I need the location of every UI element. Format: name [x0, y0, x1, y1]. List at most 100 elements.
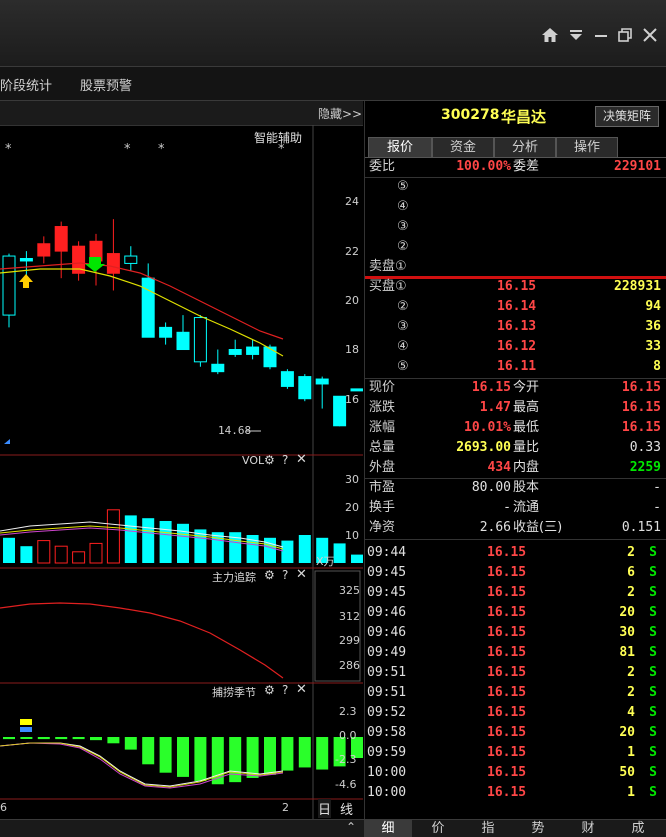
settings-gear-icon[interactable]: ⚙: [264, 568, 275, 582]
volume-bar: [211, 532, 224, 563]
price-axis-label: 16: [345, 393, 359, 406]
tick-side: S: [649, 725, 657, 740]
menu-item-stock-alert[interactable]: 股票预警: [80, 75, 132, 94]
bottom-tab-finance[interactable]: 财: [564, 820, 612, 837]
tab-quote[interactable]: 报价: [368, 137, 432, 157]
tick-time: 09:45: [367, 565, 407, 580]
tick-price: 16.15: [487, 785, 527, 800]
quote-row-pct: 涨幅 10.01% 最低 16.15: [369, 420, 661, 435]
tick-row: 09:51 16.15 2 S: [365, 683, 666, 703]
tick-side: S: [649, 605, 657, 620]
marker-star: *: [124, 142, 131, 157]
date-axis-right: 2: [282, 801, 289, 814]
help-icon[interactable]: ?: [282, 453, 288, 467]
tick-side: S: [649, 545, 657, 560]
main-force-line: [0, 602, 284, 679]
tick-volume: 81: [619, 645, 635, 660]
sell-level-1: 卖盘①: [369, 259, 407, 274]
period-line-button[interactable]: 线: [340, 799, 353, 818]
close-icon[interactable]: ✕: [296, 682, 307, 697]
tick-time: 10:00: [367, 785, 407, 800]
tick-side: S: [649, 585, 657, 600]
menu-bar: 阶段统计 股票预警: [0, 67, 666, 101]
marker-star: *: [5, 142, 12, 157]
help-icon[interactable]: ?: [282, 568, 288, 582]
tick-side: S: [649, 685, 657, 700]
candle-body: [246, 346, 260, 355]
collapse-up-icon[interactable]: ⌃: [346, 820, 356, 834]
candle-body: [211, 363, 225, 373]
candle-body: [141, 277, 155, 338]
close-icon[interactable]: ✕: [296, 567, 307, 582]
tick-price: 16.15: [487, 765, 527, 780]
tick-side: S: [649, 745, 657, 760]
tick-side: S: [649, 625, 657, 640]
marker-star: *: [158, 142, 165, 157]
season-bar: [229, 737, 242, 783]
stock-name: 华昌达: [501, 108, 547, 126]
bottom-tab-index[interactable]: 指: [464, 820, 512, 837]
candle-body: [19, 258, 33, 262]
kline-chart[interactable]: * * * *: [0, 101, 363, 819]
quote-panel: 300278 华昌达 决策矩阵 报价 资金 分析 操作 委比 100.00% 委…: [364, 101, 666, 819]
restore-icon[interactable]: [614, 26, 636, 48]
season-bar: [194, 737, 207, 782]
buy-level-5: ⑤ 16.11 8: [397, 359, 661, 374]
dropdown-icon[interactable]: [565, 26, 587, 48]
buy-level-4: ④ 16.12 33: [397, 339, 661, 354]
tick-row: 09:45 16.15 6 S: [365, 563, 666, 583]
tick-price: 16.15: [487, 725, 527, 740]
tick-volume: 2: [627, 665, 635, 680]
settings-gear-icon[interactable]: ⚙: [264, 683, 275, 697]
season-bar: [37, 737, 50, 740]
quote-row-volume: 总量 2693.00 量比 0.33: [369, 440, 661, 455]
tick-row: 09:46 16.15 30 S: [365, 623, 666, 643]
sell-level-3: ③: [397, 219, 409, 234]
volume-bar: [159, 521, 172, 563]
tick-price: 16.15: [487, 745, 527, 760]
fund-row-turnover: 换手 - 流通 -: [369, 500, 661, 515]
bottom-tab-trend[interactable]: 势: [514, 820, 562, 837]
fund-row-pe: 市盈 80.00 股本 -: [369, 480, 661, 495]
candle-body: [350, 388, 363, 392]
close-icon[interactable]: [639, 26, 661, 48]
season-axis-label: 0.0: [339, 729, 357, 742]
season-bar: [142, 737, 155, 765]
tick-row: 09:52 16.15 4 S: [365, 703, 666, 723]
tick-price: 16.15: [487, 625, 527, 640]
marker-star: *: [278, 142, 285, 157]
volume-bar: [281, 540, 294, 563]
tick-row: 09:59 16.15 1 S: [365, 743, 666, 763]
bottom-tab-price[interactable]: 价: [414, 820, 462, 837]
date-axis-left: 6: [0, 801, 7, 814]
season-bar: [124, 737, 137, 750]
candle-body: [298, 376, 312, 400]
tick-price: 16.15: [487, 665, 527, 680]
candle-body: [333, 395, 347, 427]
candle-body: [124, 255, 138, 264]
bottom-tab-deal[interactable]: 成: [614, 820, 662, 837]
chart-area[interactable]: 隐藏>> 智能辅助 * * * * 24 22 20 18 16 14.68 V…: [0, 101, 363, 819]
tick-volume: 2: [627, 545, 635, 560]
tick-time: 09:51: [367, 665, 407, 680]
season-bar: [107, 737, 120, 744]
tab-analysis[interactable]: 分析: [494, 137, 556, 157]
tick-row: 09:45 16.15 2 S: [365, 583, 666, 603]
season-bar: [159, 737, 172, 773]
period-day-button[interactable]: 日: [318, 799, 332, 818]
tick-price: 16.15: [487, 645, 527, 660]
tick-time: 09:49: [367, 645, 407, 660]
volume-bar: [177, 523, 189, 563]
settings-gear-icon[interactable]: ⚙: [264, 453, 275, 467]
tab-operation[interactable]: 操作: [556, 137, 618, 157]
help-icon[interactable]: ?: [282, 683, 288, 697]
minimize-icon[interactable]: [590, 26, 612, 48]
home-icon[interactable]: [539, 26, 561, 48]
decision-matrix-button[interactable]: 决策矩阵: [595, 106, 659, 127]
main-axis-label: 299: [339, 634, 360, 647]
bottom-tab-detail[interactable]: 细: [364, 820, 412, 837]
close-icon[interactable]: ✕: [296, 452, 307, 467]
menu-item-stage-stats[interactable]: 阶段统计: [0, 75, 52, 94]
tab-funds[interactable]: 资金: [432, 137, 494, 157]
tick-time: 10:00: [367, 765, 407, 780]
